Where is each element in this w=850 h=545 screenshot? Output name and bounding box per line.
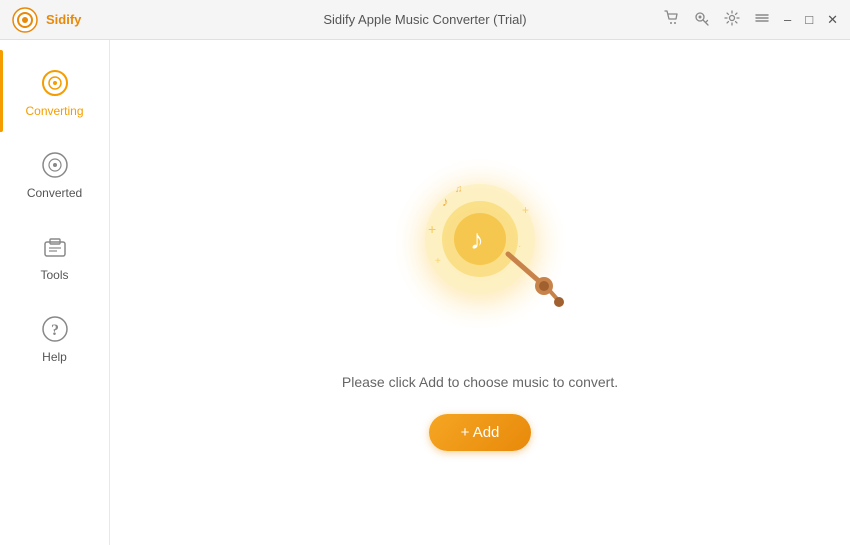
cart-icon[interactable] (664, 10, 680, 30)
svg-text:+: + (435, 256, 441, 267)
title-bar: Sidify Sidify Apple Music Converter (Tri… (0, 0, 850, 40)
sidebar: Converting Converted Tools (0, 40, 110, 545)
sidebar-item-converted[interactable]: Converted (0, 132, 109, 214)
maximize-button[interactable]: □ (805, 13, 813, 26)
sidebar-item-tools[interactable]: Tools (0, 214, 109, 296)
sidebar-item-converting[interactable]: Converting (0, 50, 109, 132)
window-title: Sidify Apple Music Converter (Trial) (323, 12, 526, 27)
sidebar-item-help-label: Help (42, 350, 67, 364)
svg-text:♫: ♫ (455, 184, 463, 195)
sidebar-item-tools-label: Tools (40, 268, 68, 282)
svg-text:+: + (428, 221, 436, 237)
converting-icon (40, 68, 70, 98)
svg-text:♪: ♪ (442, 194, 449, 209)
svg-text:♪: ♪ (470, 224, 484, 255)
key-icon[interactable] (694, 10, 710, 30)
sidebar-item-help[interactable]: ? Help (0, 296, 109, 378)
music-illustration: ♪ ♪ ♫ + + + · (370, 134, 590, 354)
minimize-button[interactable]: – (784, 13, 791, 26)
sidebar-item-converted-label: Converted (27, 186, 82, 200)
svg-text:+: + (522, 203, 529, 217)
main-layout: Converting Converted Tools (0, 40, 850, 545)
prompt-text: Please click Add to choose music to conv… (342, 374, 618, 390)
app-name: Sidify (46, 12, 81, 27)
gear-icon[interactable] (724, 10, 740, 30)
svg-text:?: ? (51, 322, 59, 339)
help-icon: ? (40, 314, 70, 344)
sidebar-item-converting-label: Converting (25, 104, 83, 118)
title-bar-controls: – □ ✕ (664, 10, 838, 30)
content-area: ♪ ♪ ♫ + + + · Please click Add to choose… (110, 40, 850, 545)
menu-icon[interactable] (754, 10, 770, 30)
converted-icon (40, 150, 70, 180)
close-button[interactable]: ✕ (827, 13, 838, 26)
tools-icon (40, 232, 70, 262)
svg-text:·: · (518, 241, 521, 252)
title-bar-left: Sidify (12, 7, 81, 33)
app-logo-icon (12, 7, 38, 33)
add-button[interactable]: + Add (429, 414, 532, 451)
